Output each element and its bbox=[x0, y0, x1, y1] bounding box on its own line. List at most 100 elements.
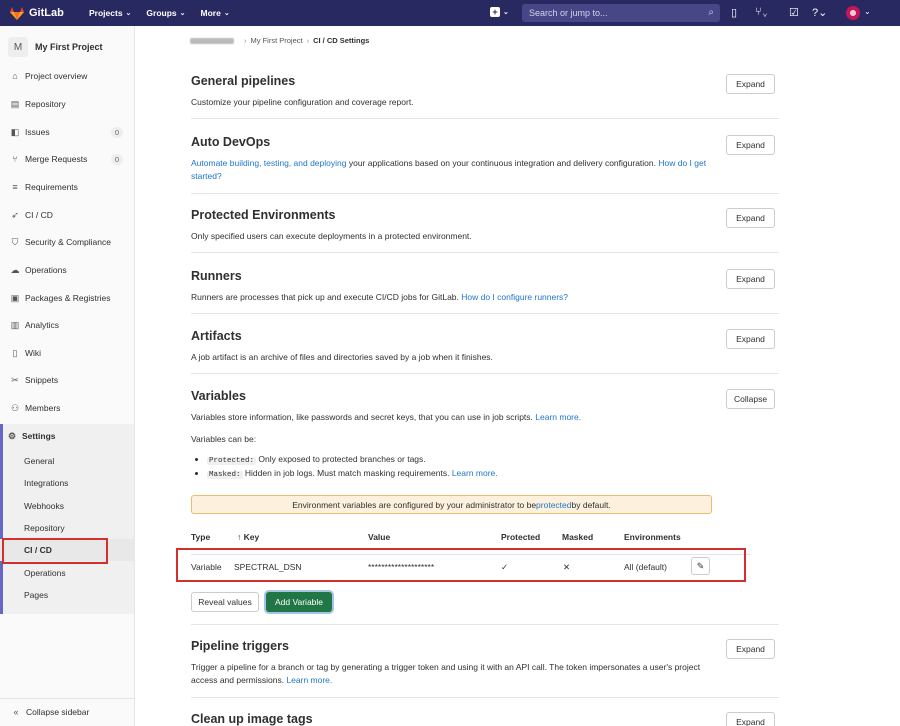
rocket-icon: ➶ bbox=[11, 209, 19, 220]
sidebar-item-label: Operations bbox=[25, 265, 67, 275]
chart-icon: ▥ bbox=[10, 319, 20, 330]
highlight-box-variable-row bbox=[176, 548, 746, 582]
home-icon: ⌂ bbox=[12, 71, 18, 81]
expand-button[interactable]: Expand bbox=[726, 135, 775, 155]
settings-sub-pages[interactable]: Pages bbox=[0, 584, 134, 606]
sidebar-item-label: Packages & Registries bbox=[25, 293, 111, 303]
settings-sub-label: Operations bbox=[24, 568, 66, 578]
top-navbar: GitLab Projects ⌄ Groups ⌄ More ⌄ + ⌄ Searc… bbox=[0, 0, 900, 26]
sidebar-item-merge-requests[interactable]: ⑂ Merge Requests 0 bbox=[0, 147, 134, 171]
sidebar-item-members[interactable]: ⚇ Members bbox=[0, 396, 134, 420]
masked-code: Masked: bbox=[207, 471, 243, 479]
merge-request-icon[interactable]: ⑂⌄ bbox=[755, 6, 768, 18]
breadcrumb-namespace-redacted[interactable] bbox=[190, 37, 234, 44]
triggers-desc-text: Trigger a pipeline for a branch or tag b… bbox=[191, 662, 701, 685]
section-title: Artifacts bbox=[191, 329, 242, 343]
sidebar-item-analytics[interactable]: ▥ Analytics bbox=[0, 313, 134, 337]
search-input[interactable]: Search or jump to... ⌕ bbox=[522, 4, 720, 22]
section-title: Protected Environments bbox=[191, 208, 336, 222]
section-description: Trigger a pipeline for a branch or tag b… bbox=[191, 661, 711, 687]
package-icon: ▣ bbox=[10, 292, 20, 303]
sidebar-item-settings[interactable]: ⚙ Settings bbox=[0, 424, 134, 448]
chevron-down-icon[interactable]: ⌄ bbox=[864, 7, 871, 16]
groups-menu[interactable]: Groups ⌄ bbox=[146, 8, 185, 18]
sidebar-item-label: Repository bbox=[25, 99, 66, 109]
auto-devops-link[interactable]: Automate building, testing, and deployin… bbox=[191, 158, 346, 168]
settings-sub-general[interactable]: General bbox=[0, 450, 134, 472]
section-runners: Runners Runners are processes that pick … bbox=[191, 269, 779, 314]
section-auto-devops: Auto DevOps Automate building, testing, … bbox=[191, 135, 779, 194]
expand-button[interactable]: Expand bbox=[726, 329, 775, 349]
settings-sub-repository[interactable]: Repository bbox=[0, 517, 134, 539]
sidebar-item-snippets[interactable]: ✂ Snippets bbox=[0, 368, 134, 392]
variables-options-list: Protected: Only exposed to protected bra… bbox=[207, 454, 779, 479]
user-avatar[interactable] bbox=[846, 6, 860, 20]
add-variable-button[interactable]: Add Variable bbox=[266, 592, 332, 612]
sidebar-item-wiki[interactable]: ▯ Wiki bbox=[0, 341, 134, 365]
main-content: › My First Project › CI / CD Settings Ge… bbox=[136, 26, 900, 726]
sidebar-item-requirements[interactable]: ≡ Requirements bbox=[0, 175, 134, 199]
learn-more-link[interactable]: Learn more. bbox=[286, 675, 332, 685]
reveal-values-button[interactable]: Reveal values bbox=[191, 592, 259, 612]
merge-request-icon: ⑂ bbox=[12, 154, 18, 164]
column-header-masked: Masked bbox=[562, 532, 594, 542]
sidebar-item-operations[interactable]: ☁ Operations bbox=[0, 258, 134, 282]
settings-sub-webhooks[interactable]: Webhooks bbox=[0, 495, 134, 517]
issues-icon[interactable]: ☑ bbox=[789, 6, 799, 19]
list-item: Protected: Only exposed to protected bra… bbox=[207, 454, 779, 465]
issues-icon: ◧ bbox=[10, 126, 20, 137]
sidebar-item-repository[interactable]: ▤ Repository bbox=[0, 92, 134, 116]
gitlab-tanuki-icon bbox=[10, 6, 24, 20]
projects-menu[interactable]: Projects ⌄ bbox=[89, 8, 131, 18]
sidebar-item-label: Analytics bbox=[25, 320, 60, 330]
sidebar-item-packages-registries[interactable]: ▣ Packages & Registries bbox=[0, 286, 134, 310]
plus-square-icon: + bbox=[490, 7, 500, 17]
expand-button[interactable]: Expand bbox=[726, 639, 775, 659]
wiki-icon: ▯ bbox=[12, 347, 18, 358]
sidebar-item-label: Wiki bbox=[25, 348, 42, 358]
breadcrumb-project-link[interactable]: My First Project bbox=[251, 36, 303, 45]
expand-button[interactable]: Expand bbox=[726, 712, 775, 726]
chevron-down-icon: ⌄ bbox=[503, 9, 509, 16]
expand-button[interactable]: Expand bbox=[726, 269, 775, 289]
sidebar-item-issues[interactable]: ◧ Issues 0 bbox=[0, 120, 134, 144]
sidebar-item-label: Issues bbox=[25, 127, 50, 137]
masking-learn-more-link[interactable]: Learn more. bbox=[452, 468, 498, 478]
settings-sub-operations[interactable]: Operations bbox=[0, 562, 134, 584]
collapse-sidebar-button[interactable]: « Collapse sidebar bbox=[0, 698, 134, 724]
sidebar-item-label: Snippets bbox=[25, 375, 59, 385]
sidebar-item-security-compliance[interactable]: ⛉ Security & Compliance bbox=[0, 230, 134, 254]
section-description: Variables store information, like passwo… bbox=[191, 411, 711, 424]
top-nav-menu: Projects ⌄ Groups ⌄ More ⌄ bbox=[74, 8, 230, 18]
learn-more-link[interactable]: Learn more. bbox=[535, 412, 581, 422]
project-header[interactable]: M My First Project bbox=[0, 29, 134, 65]
breadcrumb: › My First Project › CI / CD Settings bbox=[190, 36, 369, 45]
collapse-button[interactable]: Collapse bbox=[726, 389, 775, 409]
todo-icon[interactable]: ▯ bbox=[731, 6, 737, 19]
gitlab-logo[interactable]: GitLab bbox=[10, 6, 74, 20]
help-icon[interactable]: ?⌄ bbox=[812, 6, 827, 19]
column-header-value: Value bbox=[368, 532, 391, 542]
sidebar-item-ci-cd[interactable]: ➶ CI / CD bbox=[0, 203, 134, 227]
section-title: Auto DevOps bbox=[191, 135, 271, 149]
settings-sub-label: Integrations bbox=[24, 478, 69, 488]
new-dropdown-button[interactable]: + ⌄ bbox=[490, 7, 509, 17]
sidebar-item-label: Security & Compliance bbox=[25, 237, 111, 247]
expand-button[interactable]: Expand bbox=[726, 208, 775, 228]
column-header-type: Type bbox=[191, 532, 211, 542]
protected-link[interactable]: protected bbox=[536, 500, 571, 510]
expand-button[interactable]: Expand bbox=[726, 74, 775, 94]
alert-text-end: by default. bbox=[571, 499, 611, 510]
settings-sub-label: Pages bbox=[24, 590, 49, 600]
section-description: Automate building, testing, and deployin… bbox=[191, 157, 711, 183]
sidebar-item-label: CI / CD bbox=[25, 210, 53, 220]
section-title: Pipeline triggers bbox=[191, 639, 289, 653]
section-title: Clean up image tags bbox=[191, 712, 313, 726]
settings-sub-integrations[interactable]: Integrations bbox=[0, 472, 134, 494]
column-header-key[interactable]: ↑ Key bbox=[237, 532, 259, 542]
breadcrumb-current[interactable]: CI / CD Settings bbox=[313, 36, 369, 45]
sidebar-item-project-overview[interactable]: ⌂ Project overview bbox=[0, 64, 134, 88]
configure-runners-link[interactable]: How do I configure runners? bbox=[461, 292, 568, 302]
chevron-down-icon: ⌄ bbox=[179, 10, 186, 17]
more-menu[interactable]: More ⌄ bbox=[201, 8, 230, 18]
